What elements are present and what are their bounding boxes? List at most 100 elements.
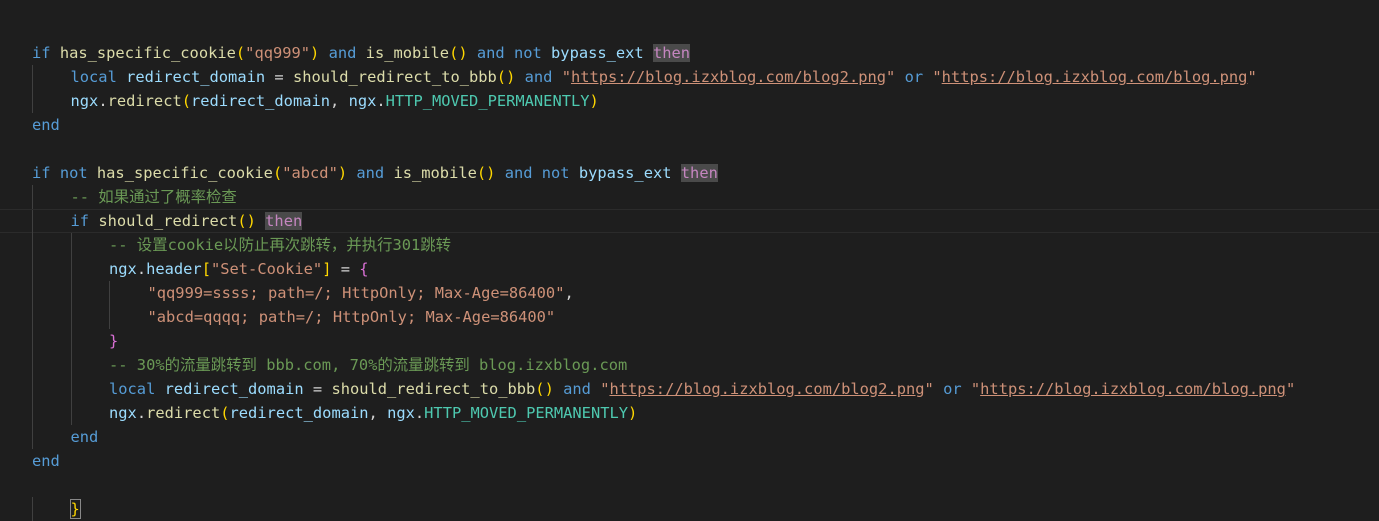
code-line-content: -- 设置cookie以防止再次跳转，并执行301跳转 bbox=[109, 233, 451, 257]
indent-guide bbox=[70, 233, 72, 257]
code-token: = bbox=[303, 380, 332, 398]
code-token: if bbox=[70, 212, 90, 230]
code-token: . bbox=[136, 404, 147, 422]
code-line[interactable] bbox=[0, 137, 1379, 161]
code-line[interactable]: } bbox=[0, 497, 1379, 521]
code-token: HTTP_MOVED_PERMANENTLY bbox=[424, 404, 629, 422]
indent-guide bbox=[32, 210, 33, 234]
code-token: if bbox=[32, 164, 51, 182]
code-token: and bbox=[347, 164, 394, 182]
indent-guide bbox=[70, 401, 72, 425]
code-token: HTTP_MOVED_PERMANENTLY bbox=[385, 92, 590, 110]
code-token: redirect_domain bbox=[191, 92, 331, 110]
code-line[interactable]: if not has_specific_cookie("abcd") and i… bbox=[0, 161, 1379, 185]
code-line[interactable]: ngx.header["Set-Cookie"] = { bbox=[0, 257, 1379, 281]
code-token: and not bbox=[467, 44, 552, 62]
code-token: ngx bbox=[109, 404, 137, 422]
code-token: redirect_domain bbox=[164, 380, 304, 398]
code-token: https://blog.izxblog.com/blog.png bbox=[980, 380, 1286, 398]
indent-guide bbox=[32, 497, 33, 521]
code-line-content: end bbox=[32, 113, 60, 137]
code-token: , bbox=[330, 92, 349, 110]
code-line-content: local redirect_domain = should_redirect_… bbox=[71, 65, 1257, 89]
code-line[interactable]: ngx.redirect(redirect_domain, ngx.HTTP_M… bbox=[0, 401, 1379, 425]
code-token: " bbox=[970, 380, 981, 398]
code-line[interactable]: "abcd=qqqq; path=/; HttpOnly; Max-Age=86… bbox=[0, 305, 1379, 329]
code-token: local bbox=[70, 68, 117, 86]
indent-guide bbox=[32, 353, 33, 377]
indent-guide bbox=[32, 401, 33, 425]
code-token: [ bbox=[201, 260, 211, 278]
code-line[interactable]: end bbox=[0, 113, 1379, 137]
indent-guide bbox=[70, 305, 72, 329]
indent-guide bbox=[32, 377, 33, 401]
code-token: https://blog.izxblog.com/blog2.png bbox=[570, 68, 887, 86]
code-token: = bbox=[265, 68, 293, 86]
indent-guide bbox=[32, 329, 33, 353]
code-line[interactable] bbox=[0, 473, 1379, 497]
indent-guide bbox=[32, 281, 33, 305]
code-token: " bbox=[561, 68, 571, 86]
code-line[interactable]: } bbox=[0, 329, 1379, 353]
code-token: and bbox=[515, 68, 562, 86]
code-editor[interactable]: if has_specific_cookie ( "qq999") and is_m… bbox=[0, 0, 1379, 521]
code-line[interactable]: end bbox=[0, 449, 1379, 473]
code-token: . bbox=[414, 404, 425, 422]
code-line[interactable]: -- 30%的流量跳转到 bbb.com, 70%的流量跳转到 blog.izx… bbox=[0, 353, 1379, 377]
code-token: { bbox=[359, 260, 369, 278]
code-line[interactable]: end bbox=[0, 425, 1379, 449]
code-line[interactable]: local redirect_domain = should_redirect_… bbox=[0, 65, 1379, 89]
indent-guide bbox=[109, 305, 110, 329]
code-line[interactable]: if has_specific_cookie("qq999") and is_m… bbox=[0, 41, 1379, 65]
code-token: () bbox=[449, 44, 468, 62]
indent-guide bbox=[70, 353, 72, 377]
code-line-content: -- 如果通过了概率检查 bbox=[71, 185, 237, 209]
indent-guide bbox=[32, 65, 33, 89]
code-token: . bbox=[136, 260, 147, 278]
code-token: redirect_domain bbox=[229, 404, 369, 422]
code-token: -- 30%的流量跳转到 bbb.com, 70%的流量跳转到 blog.izx… bbox=[109, 356, 628, 374]
code-token: . bbox=[376, 92, 386, 110]
code-line-content: if not has_specific_cookie("abcd") and i… bbox=[32, 161, 718, 185]
code-token: has_specific_cookie bbox=[96, 164, 273, 182]
code-line[interactable]: local redirect_domain = should_redirect_… bbox=[0, 377, 1379, 401]
code-token: " bbox=[932, 68, 942, 86]
code-token: should_redirect bbox=[98, 212, 238, 230]
code-token: "Set-Cookie" bbox=[210, 260, 323, 278]
indent-guide bbox=[32, 305, 33, 329]
code-token: and bbox=[553, 380, 601, 398]
code-token: ) bbox=[628, 404, 638, 422]
code-token: ( bbox=[220, 404, 230, 422]
code-token: redirect_domain bbox=[126, 68, 266, 86]
code-token: -- 设置cookie以防止再次跳转，并执行301跳转 bbox=[109, 236, 452, 254]
code-line[interactable]: -- 设置cookie以防止再次跳转，并执行301跳转 bbox=[0, 233, 1379, 257]
code-token: then bbox=[652, 44, 691, 62]
code-token: or bbox=[933, 380, 971, 398]
code-token: end bbox=[32, 452, 60, 470]
code-token: ) bbox=[589, 92, 599, 110]
code-line-content: local redirect_domain = should_redirect_… bbox=[109, 377, 1295, 401]
code-line-content: end bbox=[71, 425, 99, 449]
code-token: then bbox=[680, 164, 718, 182]
code-line-content: if has_specific_cookie("qq999") and is_m… bbox=[32, 41, 691, 65]
code-token: ngx bbox=[348, 92, 377, 110]
indent-guide bbox=[32, 233, 33, 257]
code-token: has_specific_cookie bbox=[59, 44, 236, 62]
code-token: end bbox=[70, 428, 99, 446]
code-line[interactable]: "qq999=ssss; path=/; HttpOnly; Max-Age=8… bbox=[0, 281, 1379, 305]
code-line-content: if should_redirect() then bbox=[71, 210, 303, 232]
code-line[interactable]: -- 如果通过了概率检查 bbox=[0, 185, 1379, 209]
code-line[interactable]: if should_redirect() then bbox=[0, 209, 1379, 234]
code-token: if bbox=[32, 44, 51, 62]
code-token: header bbox=[146, 260, 202, 278]
indent-guide bbox=[32, 425, 33, 449]
code-token: is_mobile bbox=[393, 164, 477, 182]
code-token: "qq999" bbox=[245, 44, 311, 62]
code-line[interactable]: ngx.redirect(redirect_domain, ngx.HTTP_M… bbox=[0, 89, 1379, 113]
